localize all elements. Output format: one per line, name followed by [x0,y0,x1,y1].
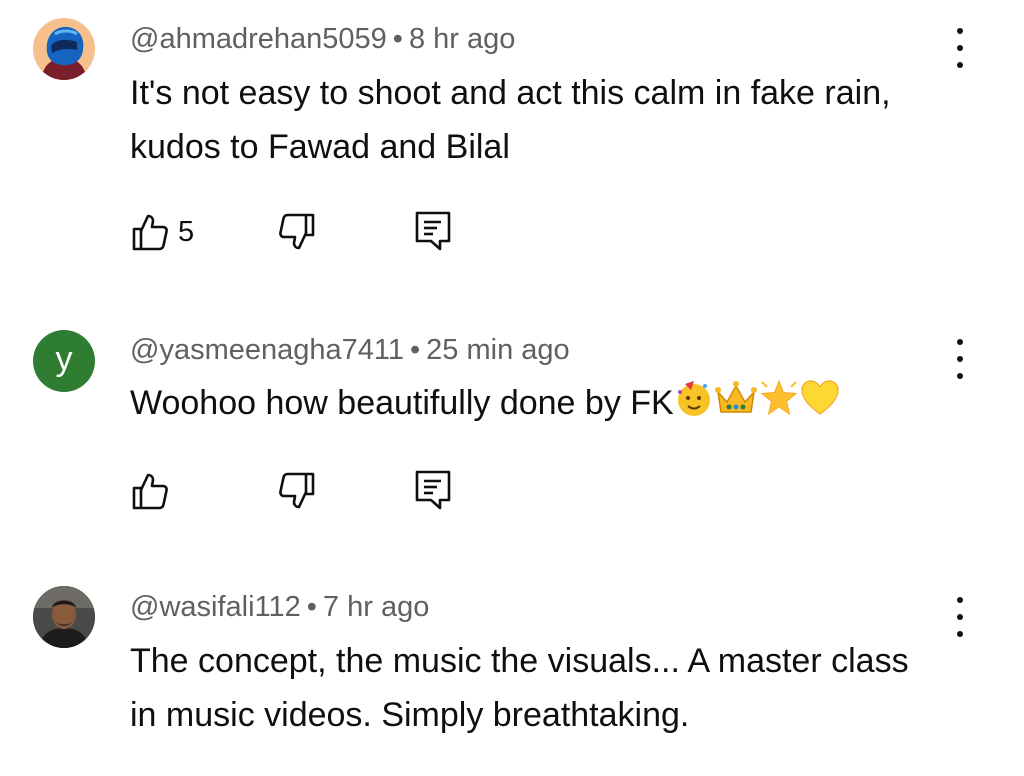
thumbs-up-icon [132,214,168,251]
reply-icon [415,211,451,251]
author-handle[interactable]: @ahmadrehan5059 [130,23,387,55]
separator: • [410,334,421,366]
thumbs-down-icon [279,472,315,509]
avatar[interactable] [33,18,95,80]
comment-text: Woohoo how beautifully done by FK [130,384,674,422]
like-button[interactable]: 5 [130,212,194,252]
avatar[interactable]: y [33,330,95,392]
reply-icon [415,470,451,510]
like-button[interactable] [130,471,170,511]
thumbs-up-icon [132,473,168,510]
comment-text-row: Woohoo how beautifully done by FK [130,376,910,434]
separator: • [392,23,403,55]
reply-button[interactable] [414,469,452,511]
photo-avatar-icon [33,586,95,648]
avatar[interactable] [33,586,95,648]
reply-button[interactable] [414,210,452,252]
separator: • [306,591,317,623]
crown-icon [714,378,758,434]
author-handle[interactable]: @yasmeenagha7411 [130,334,404,366]
thumbs-down-icon [279,213,315,250]
more-vert-icon[interactable] [946,597,974,637]
more-vert-icon[interactable] [946,339,974,379]
comment-header: @wasifali112 • 7 hr ago [130,590,429,624]
more-vert-icon[interactable] [946,28,974,68]
comment-header: @ahmadrehan5059 • 8 hr ago [130,22,515,56]
partying-face-icon [674,378,714,434]
timestamp: 25 min ago [426,334,570,366]
dislike-button[interactable] [277,471,317,511]
comment-text: It's not easy to shoot and act this calm… [130,74,891,166]
timestamp: 7 hr ago [322,591,430,623]
helmet-avatar-icon [33,18,95,80]
comment-header: @yasmeenagha7411 • 25 min ago [130,333,570,367]
dislike-button[interactable] [277,212,317,252]
author-handle[interactable]: @wasifali112 [130,591,301,623]
yellow-heart-icon [800,378,840,434]
like-count: 5 [178,215,195,248]
comment-text: The concept, the music the visuals... A … [130,642,909,734]
glowing-star-icon [758,378,800,434]
timestamp: 8 hr ago [408,23,516,55]
